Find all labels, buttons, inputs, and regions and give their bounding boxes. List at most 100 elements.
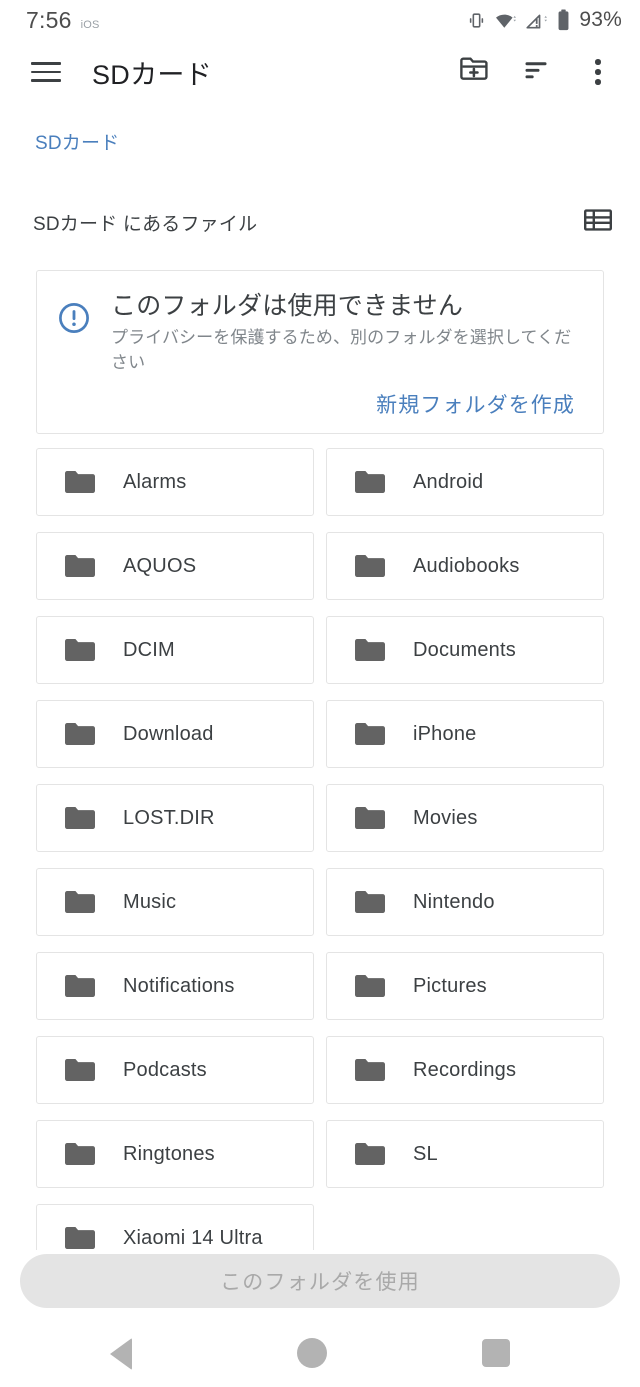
view-mode-toggle-button[interactable] xyxy=(584,208,613,237)
folder-icon xyxy=(65,1058,95,1081)
folder-icon xyxy=(355,554,385,577)
folder-card[interactable]: Documents xyxy=(326,616,604,684)
list-view-icon xyxy=(584,208,613,237)
folder-icon xyxy=(355,470,385,493)
folder-icon xyxy=(355,722,385,745)
battery-icon xyxy=(557,9,570,31)
vibrate-icon xyxy=(467,11,486,30)
hamburger-menu-icon xyxy=(31,62,61,82)
folder-list-scroll-area[interactable]: Alarms Android AQUOS Audiobooks DCIM Document… xyxy=(0,448,640,1250)
status-bar-left: 7:56 iOS xyxy=(26,7,100,34)
folder-icon xyxy=(65,722,95,745)
folder-name: Download xyxy=(123,722,214,745)
folder-name: Alarms xyxy=(123,470,187,493)
status-time: 7:56 xyxy=(26,6,72,33)
android-navigation-bar xyxy=(0,1320,640,1387)
folder-icon xyxy=(65,1226,95,1249)
folder-name: Ringtones xyxy=(123,1142,215,1165)
breadcrumb-item-root[interactable]: SDカード xyxy=(35,128,119,155)
folder-icon xyxy=(355,638,385,661)
folder-card[interactable]: Ringtones xyxy=(36,1120,314,1188)
cellular-warning-icon xyxy=(526,11,548,30)
back-triangle-icon[interactable] xyxy=(110,1338,132,1370)
folder-icon xyxy=(355,1142,385,1165)
folder-card[interactable]: Nintendo xyxy=(326,868,604,936)
folder-name: LOST.DIR xyxy=(123,806,215,829)
folder-name: iPhone xyxy=(413,722,477,745)
breadcrumb: SDカード xyxy=(0,118,640,164)
folder-name: Notifications xyxy=(123,974,235,997)
folder-card[interactable]: Alarms xyxy=(36,448,314,516)
folder-name: Recordings xyxy=(413,1058,517,1081)
warning-action-row: 新規フォルダを作成 xyxy=(376,389,575,419)
folder-icon xyxy=(355,806,385,829)
folder-icon xyxy=(65,638,95,661)
folder-name: SL xyxy=(413,1142,438,1165)
folder-name: Xiaomi 14 Ultra xyxy=(123,1226,263,1249)
folder-card[interactable]: Download xyxy=(36,700,314,768)
folder-card[interactable]: iPhone xyxy=(326,700,604,768)
warning-body: プライバシーを保護するため、別のフォルダを選択してください xyxy=(111,328,572,372)
use-this-folder-button[interactable]: このフォルダを使用 xyxy=(20,1254,620,1308)
folder-card[interactable]: LOST.DIR xyxy=(36,784,314,852)
folder-icon xyxy=(355,1058,385,1081)
warning-card-content: このフォルダは使用できません プライバシーを保護するため、別のフォルダを選択して… xyxy=(57,291,585,376)
folder-name: DCIM xyxy=(123,638,175,661)
status-bar: 7:56 iOS 93% xyxy=(0,0,640,40)
more-options-icon xyxy=(595,59,601,85)
folder-name: Documents xyxy=(413,638,516,661)
app-bar: SDカード xyxy=(0,40,640,104)
folder-card[interactable]: SL xyxy=(326,1120,604,1188)
wifi-icon xyxy=(495,11,517,30)
folder-icon xyxy=(65,1142,95,1165)
folder-card[interactable]: Pictures xyxy=(326,952,604,1020)
use-this-folder-label: このフォルダを使用 xyxy=(220,1271,420,1294)
folder-icon xyxy=(355,890,385,913)
folder-card[interactable]: Recordings xyxy=(326,1036,604,1104)
status-bar-right: 93% xyxy=(467,8,622,32)
home-circle-icon[interactable] xyxy=(297,1338,327,1368)
section-header: SDカード にあるファイル xyxy=(0,198,640,246)
folder-name: Podcasts xyxy=(123,1058,207,1081)
folder-icon xyxy=(65,806,95,829)
hamburger-menu-button[interactable] xyxy=(22,48,70,96)
sort-button[interactable] xyxy=(512,48,560,96)
create-new-folder-link[interactable]: 新規フォルダを作成 xyxy=(376,394,575,417)
more-options-button[interactable] xyxy=(574,48,622,96)
create-new-folder-button[interactable] xyxy=(450,48,498,96)
folder-icon xyxy=(65,890,95,913)
create-new-folder-icon xyxy=(459,54,490,90)
folder-name: AQUOS xyxy=(123,554,197,577)
folder-card[interactable]: Music xyxy=(36,868,314,936)
file-picker-screen: 7:56 iOS 93% SDカード SDカード SDカード にあるファイル こ… xyxy=(0,0,640,1387)
warning-title: このフォルダは使用できません xyxy=(111,292,464,320)
folder-card[interactable]: Android xyxy=(326,448,604,516)
folder-icon xyxy=(65,470,95,493)
folder-name: Pictures xyxy=(413,974,487,997)
status-carrier-label: iOS xyxy=(80,18,100,31)
folder-name: Music xyxy=(123,890,177,913)
app-bar-actions xyxy=(450,48,622,96)
section-header-label: SDカード にあるファイル xyxy=(33,213,258,235)
warning-text-block: このフォルダは使用できません プライバシーを保護するため、別のフォルダを選択して… xyxy=(111,291,585,376)
folder-card[interactable]: Movies xyxy=(326,784,604,852)
folder-card[interactable]: DCIM xyxy=(36,616,314,684)
folder-name: Android xyxy=(413,470,484,493)
folder-icon xyxy=(355,974,385,997)
app-bar-title: SDカード xyxy=(92,59,213,90)
folder-name: Nintendo xyxy=(413,890,495,913)
sort-icon xyxy=(522,56,550,89)
recents-square-icon[interactable] xyxy=(482,1339,510,1367)
folder-card[interactable]: Notifications xyxy=(36,952,314,1020)
folder-grid: Alarms Android AQUOS Audiobooks DCIM Document… xyxy=(0,448,640,1250)
folder-unavailable-card: このフォルダは使用できません プライバシーを保護するため、別のフォルダを選択して… xyxy=(36,270,604,434)
folder-card[interactable]: Xiaomi 14 Ultra xyxy=(36,1204,314,1250)
battery-percentage: 93% xyxy=(579,8,622,31)
folder-card[interactable]: Audiobooks xyxy=(326,532,604,600)
error-outline-icon xyxy=(57,301,91,340)
folder-name: Movies xyxy=(413,806,478,829)
folder-name: Audiobooks xyxy=(413,554,520,577)
folder-card[interactable]: AQUOS xyxy=(36,532,314,600)
folder-icon xyxy=(65,974,95,997)
folder-card[interactable]: Podcasts xyxy=(36,1036,314,1104)
